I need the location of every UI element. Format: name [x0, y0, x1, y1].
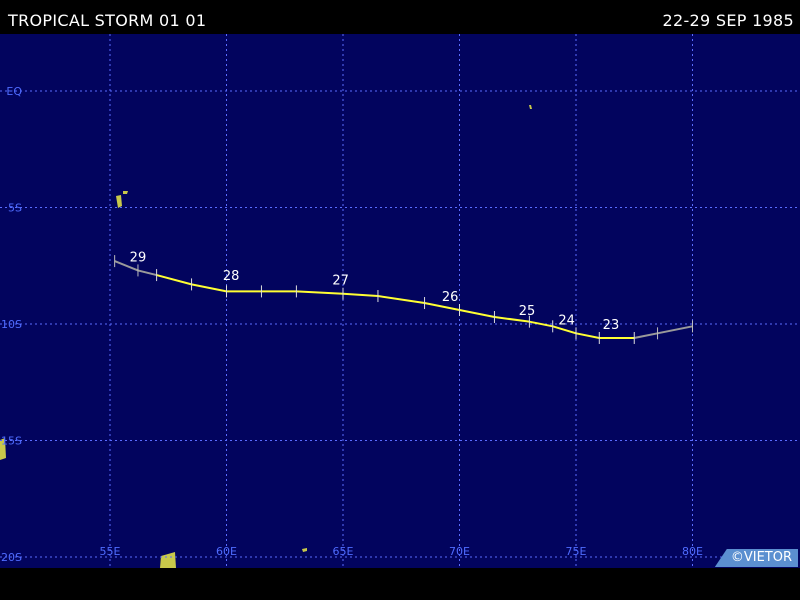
lon-label: 80E	[682, 545, 703, 558]
footer-bar	[0, 568, 800, 600]
lat-label: 5S	[8, 202, 22, 215]
ocean-background	[0, 34, 800, 568]
date-range: 22-29 SEP 1985	[662, 11, 794, 30]
credit-badge: ©VIETOR	[714, 549, 798, 567]
storm-track-map: 55E 60E 65E 70E 75E 80E EQ 5S 10S 15S 20S 23 24 25 26…	[0, 34, 800, 568]
lat-label: 20S	[1, 551, 22, 564]
lat-label: EQ	[6, 85, 22, 98]
day-label: 28	[223, 269, 240, 284]
lat-label: 15S	[1, 435, 22, 448]
header-bar: TROPICAL STORM 01 01 22-29 SEP 1985	[0, 0, 800, 34]
lon-label: 75E	[566, 545, 587, 558]
lon-label: 55E	[100, 545, 121, 558]
day-label: 25	[519, 304, 536, 319]
lon-label: 60E	[216, 545, 237, 558]
lat-label: 10S	[1, 318, 22, 331]
lon-label: 70E	[449, 545, 470, 558]
day-label: 26	[442, 290, 459, 305]
storm-title: TROPICAL STORM 01 01	[8, 11, 207, 30]
day-label: 24	[558, 313, 575, 328]
day-label: 23	[603, 318, 620, 333]
lon-label: 65E	[333, 545, 354, 558]
day-label: 29	[130, 250, 147, 265]
day-label: 27	[332, 274, 349, 289]
